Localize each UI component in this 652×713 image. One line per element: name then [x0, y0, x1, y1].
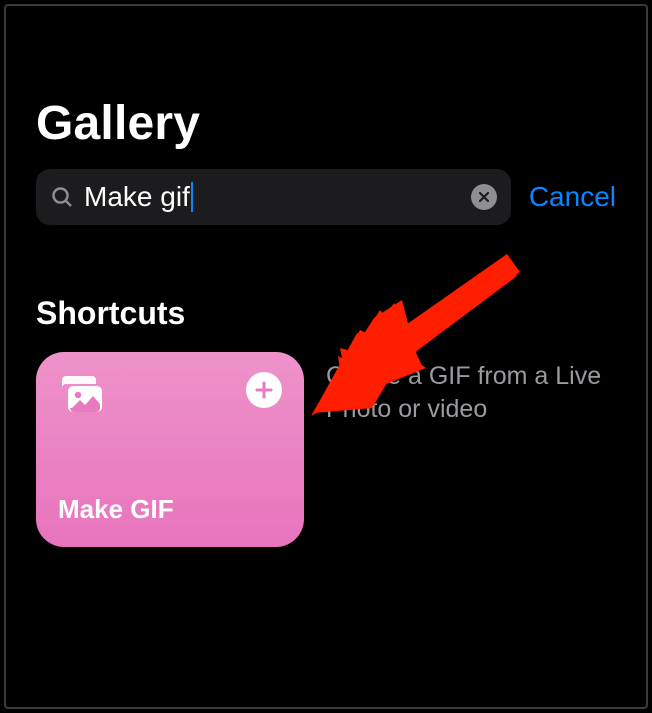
cancel-button[interactable]: Cancel	[529, 181, 616, 213]
search-icon	[50, 185, 74, 209]
shortcut-description: Create a GIF from a Live Photo or video	[326, 352, 606, 425]
shortcut-card-title: Make GIF	[58, 494, 282, 525]
search-row: Make gif Cancel	[36, 169, 616, 225]
search-input[interactable]: Make gif	[36, 169, 511, 225]
images-icon	[58, 372, 106, 416]
search-value: Make gif	[84, 183, 190, 211]
result-row: Make GIF Create a GIF from a Live Photo …	[36, 352, 616, 547]
text-caret	[191, 182, 193, 212]
clear-search-button[interactable]	[471, 184, 497, 210]
add-shortcut-button[interactable]	[246, 372, 282, 408]
search-value-wrap: Make gif	[84, 182, 461, 212]
page-title: Gallery	[36, 96, 616, 151]
section-header-shortcuts: Shortcuts	[36, 295, 616, 332]
shortcut-card-make-gif[interactable]: Make GIF	[36, 352, 304, 547]
